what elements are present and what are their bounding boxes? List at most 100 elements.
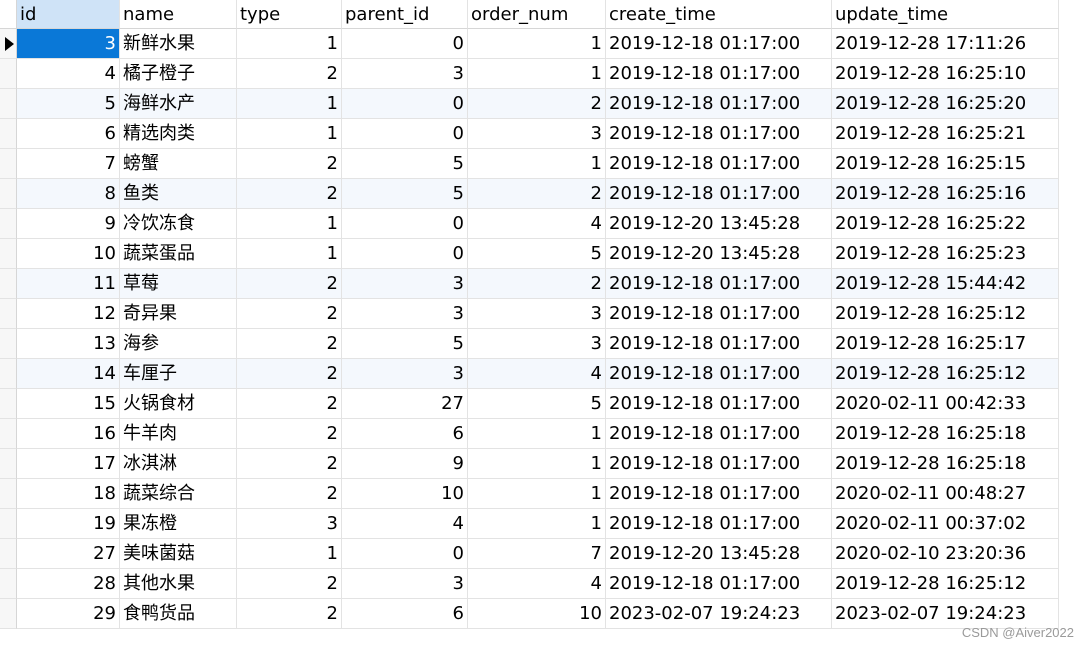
- cell-order-num[interactable]: 4: [468, 569, 606, 599]
- cell-id[interactable]: 15: [17, 389, 120, 419]
- cell-name[interactable]: 奇异果: [120, 299, 237, 329]
- cell-id[interactable]: 19: [17, 509, 120, 539]
- row-indicator-cell[interactable]: [0, 509, 17, 539]
- column-header-type[interactable]: type: [237, 0, 342, 29]
- cell-id[interactable]: 7: [17, 149, 120, 179]
- cell-create-time[interactable]: 2019-12-20 13:45:28: [606, 209, 832, 239]
- table-row[interactable]: 13 海参 2 5 3 2019-12-18 01:17:00 2019-12-28 16:…: [0, 329, 1059, 359]
- cell-type[interactable]: 1: [237, 29, 342, 59]
- cell-order-num[interactable]: 3: [468, 299, 606, 329]
- row-indicator-cell[interactable]: [0, 359, 17, 389]
- cell-create-time[interactable]: 2019-12-18 01:17:00: [606, 119, 832, 149]
- cell-create-time[interactable]: 2019-12-20 13:45:28: [606, 539, 832, 569]
- cell-name[interactable]: 其他水果: [120, 569, 237, 599]
- cell-parent-id[interactable]: 0: [342, 209, 468, 239]
- table-row[interactable]: 18 蔬菜综合 2 10 1 2019-12-18 01:17:00 2020-02-11 …: [0, 479, 1059, 509]
- column-header-id[interactable]: id: [17, 0, 120, 29]
- cell-name[interactable]: 新鲜水果: [120, 29, 237, 59]
- cell-name[interactable]: 橘子橙子: [120, 59, 237, 89]
- data-grid[interactable]: id name type parent_id order_num create_…: [0, 0, 1059, 629]
- cell-update-time[interactable]: 2020-02-11 00:42:33: [832, 389, 1059, 419]
- cell-type[interactable]: 2: [237, 179, 342, 209]
- cell-type[interactable]: 2: [237, 389, 342, 419]
- cell-name[interactable]: 蔬菜蛋品: [120, 239, 237, 269]
- cell-parent-id[interactable]: 3: [342, 299, 468, 329]
- table-row[interactable]: 17 冰淇淋 2 9 1 2019-12-18 01:17:00 2019-12-28 16…: [0, 449, 1059, 479]
- cell-create-time[interactable]: 2019-12-18 01:17:00: [606, 359, 832, 389]
- cell-id[interactable]: 17: [17, 449, 120, 479]
- cell-create-time[interactable]: 2019-12-18 01:17:00: [606, 569, 832, 599]
- cell-name[interactable]: 鱼类: [120, 179, 237, 209]
- cell-type[interactable]: 1: [237, 539, 342, 569]
- cell-create-time[interactable]: 2019-12-18 01:17:00: [606, 449, 832, 479]
- cell-name[interactable]: 精选肉类: [120, 119, 237, 149]
- cell-update-time[interactable]: 2019-12-28 17:11:26: [832, 29, 1059, 59]
- cell-create-time[interactable]: 2023-02-07 19:24:23: [606, 599, 832, 629]
- cell-id[interactable]: 4: [17, 59, 120, 89]
- cell-id[interactable]: 12: [17, 299, 120, 329]
- cell-order-num[interactable]: 4: [468, 359, 606, 389]
- cell-parent-id[interactable]: 4: [342, 509, 468, 539]
- row-indicator-cell[interactable]: [0, 29, 17, 59]
- cell-name[interactable]: 冷饮冻食: [120, 209, 237, 239]
- cell-update-time[interactable]: 2019-12-28 16:25:12: [832, 299, 1059, 329]
- row-indicator-cell[interactable]: [0, 329, 17, 359]
- row-indicator-cell[interactable]: [0, 119, 17, 149]
- cell-order-num[interactable]: 1: [468, 29, 606, 59]
- cell-create-time[interactable]: 2019-12-18 01:17:00: [606, 509, 832, 539]
- cell-id[interactable]: 8: [17, 179, 120, 209]
- table-row[interactable]: 27 美味菌菇 1 0 7 2019-12-20 13:45:28 2020-02-10 2…: [0, 539, 1059, 569]
- cell-type[interactable]: 2: [237, 329, 342, 359]
- cell-create-time[interactable]: 2019-12-18 01:17:00: [606, 149, 832, 179]
- cell-name[interactable]: 海参: [120, 329, 237, 359]
- cell-parent-id[interactable]: 5: [342, 329, 468, 359]
- row-indicator-cell[interactable]: [0, 89, 17, 119]
- cell-name[interactable]: 美味菌菇: [120, 539, 237, 569]
- cell-parent-id[interactable]: 10: [342, 479, 468, 509]
- cell-update-time[interactable]: 2019-12-28 16:25:10: [832, 59, 1059, 89]
- cell-name[interactable]: 车厘子: [120, 359, 237, 389]
- row-indicator-cell[interactable]: [0, 179, 17, 209]
- cell-name[interactable]: 冰淇淋: [120, 449, 237, 479]
- cell-update-time[interactable]: 2019-12-28 16:25:21: [832, 119, 1059, 149]
- cell-id[interactable]: 5: [17, 89, 120, 119]
- cell-order-num[interactable]: 1: [468, 449, 606, 479]
- cell-order-num[interactable]: 2: [468, 179, 606, 209]
- cell-order-num[interactable]: 5: [468, 389, 606, 419]
- column-header-name[interactable]: name: [120, 0, 237, 29]
- cell-id[interactable]: 14: [17, 359, 120, 389]
- cell-parent-id[interactable]: 3: [342, 569, 468, 599]
- row-indicator-cell[interactable]: [0, 569, 17, 599]
- cell-update-time[interactable]: 2019-12-28 16:25:12: [832, 359, 1059, 389]
- cell-create-time[interactable]: 2019-12-18 01:17:00: [606, 89, 832, 119]
- table-row[interactable]: 4 橘子橙子 2 3 1 2019-12-18 01:17:00 2019-12-28 16…: [0, 59, 1059, 89]
- table-row[interactable]: 28 其他水果 2 3 4 2019-12-18 01:17:00 2019-12-28 1…: [0, 569, 1059, 599]
- row-indicator-cell[interactable]: [0, 299, 17, 329]
- cell-type[interactable]: 2: [237, 449, 342, 479]
- cell-parent-id[interactable]: 9: [342, 449, 468, 479]
- cell-parent-id[interactable]: 0: [342, 89, 468, 119]
- cell-id[interactable]: 29: [17, 599, 120, 629]
- cell-name[interactable]: 海鲜水产: [120, 89, 237, 119]
- cell-update-time[interactable]: 2019-12-28 16:25:17: [832, 329, 1059, 359]
- cell-type[interactable]: 2: [237, 419, 342, 449]
- cell-parent-id[interactable]: 3: [342, 269, 468, 299]
- table-row[interactable]: 16 牛羊肉 2 6 1 2019-12-18 01:17:00 2019-12-28 16…: [0, 419, 1059, 449]
- cell-id[interactable]: 18: [17, 479, 120, 509]
- cell-id[interactable]: 27: [17, 539, 120, 569]
- cell-parent-id[interactable]: 0: [342, 29, 468, 59]
- row-indicator-cell[interactable]: [0, 449, 17, 479]
- cell-order-num[interactable]: 1: [468, 479, 606, 509]
- cell-id[interactable]: 11: [17, 269, 120, 299]
- cell-create-time[interactable]: 2019-12-18 01:17:00: [606, 59, 832, 89]
- cell-id[interactable]: 10: [17, 239, 120, 269]
- cell-name[interactable]: 蔬菜综合: [120, 479, 237, 509]
- cell-name[interactable]: 草莓: [120, 269, 237, 299]
- row-indicator-cell[interactable]: [0, 539, 17, 569]
- column-header-create-time[interactable]: create_time: [606, 0, 832, 29]
- cell-update-time[interactable]: 2019-12-28 16:25:20: [832, 89, 1059, 119]
- cell-create-time[interactable]: 2019-12-18 01:17:00: [606, 179, 832, 209]
- cell-order-num[interactable]: 2: [468, 89, 606, 119]
- cell-create-time[interactable]: 2019-12-18 01:17:00: [606, 419, 832, 449]
- table-row[interactable]: 7 螃蟹 2 5 1 2019-12-18 01:17:00 2019-12-28 16:2…: [0, 149, 1059, 179]
